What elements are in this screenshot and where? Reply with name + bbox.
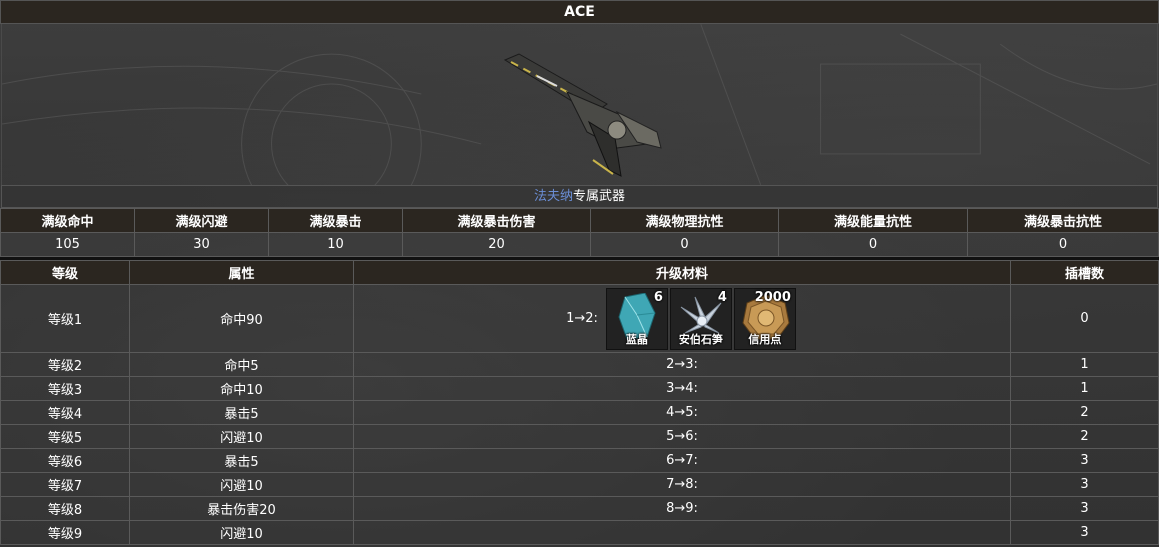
material-count: 2000 xyxy=(754,289,791,305)
materials-cell: 5→6: xyxy=(353,424,1011,449)
attr-cell: 闪避10 xyxy=(129,472,354,497)
table-row: 等级6 暴击5 6→7: 3 xyxy=(0,448,1159,473)
level-column-header: 等级 xyxy=(0,260,130,285)
slots-cell: 0 xyxy=(1010,284,1159,353)
level-table: 等级 属性 升级材料 插槽数 等级1 命中90 1→2: 6 蓝晶 4 安伯石笋… xyxy=(0,260,1159,545)
attr-cell: 命中90 xyxy=(129,284,354,353)
materials-cell: 4→5: xyxy=(353,400,1011,425)
materials-cell: 1→2: 6 蓝晶 4 安伯石笋 2000 信用点 xyxy=(353,284,1011,353)
materials-cell: 2→3: xyxy=(353,352,1011,377)
table-row: 等级1 命中90 1→2: 6 蓝晶 4 安伯石笋 2000 信用点 0 xyxy=(0,284,1159,353)
table-row: 等级8 暴击伤害20 8→9: 3 xyxy=(0,496,1159,521)
stat-value: 0 xyxy=(967,232,1159,257)
stat-value: 0 xyxy=(590,232,779,257)
materials-column-header: 升级材料 xyxy=(353,260,1011,285)
attr-cell: 命中5 xyxy=(129,352,354,377)
weapon-image-area xyxy=(1,24,1158,185)
level-cell: 等级6 xyxy=(0,448,130,473)
materials-cell: 3→4: xyxy=(353,376,1011,401)
materials-cell: 6→7: xyxy=(353,448,1011,473)
stat-header: 满级暴击伤害 xyxy=(402,208,591,233)
material-blue-crystal[interactable]: 6 蓝晶 xyxy=(605,287,668,350)
level-cell: 等级8 xyxy=(0,496,130,521)
attr-cell: 闪避10 xyxy=(129,424,354,449)
weapon-ace-image xyxy=(503,53,662,177)
table-row: 等级9 闪避10 3 xyxy=(0,520,1159,545)
stat-value: 105 xyxy=(0,232,135,257)
weapon-title: ACE xyxy=(0,0,1159,24)
materials-cell xyxy=(353,520,1011,545)
table-row: 等级5 闪避10 5→6: 2 xyxy=(0,424,1159,449)
slots-cell: 3 xyxy=(1010,472,1159,497)
slots-cell: 2 xyxy=(1010,400,1159,425)
stats-header-row: 满级命中 满级闪避 满级暴击 满级暴击伤害 满级物理抗性 满级能量抗性 满级暴击… xyxy=(0,208,1159,233)
slots-cell: 1 xyxy=(1010,352,1159,377)
table-row: 等级2 命中5 2→3: 1 xyxy=(0,352,1159,377)
table-row: 等级4 暴击5 4→5: 2 xyxy=(0,400,1159,425)
material-name: 安伯石笋 xyxy=(678,332,723,346)
exclusive-label: 专属武器 xyxy=(573,189,626,204)
slots-cell: 3 xyxy=(1010,496,1159,521)
table-row: 等级7 闪避10 7→8: 3 xyxy=(0,472,1159,497)
material-name: 信用点 xyxy=(748,332,782,346)
stat-value: 10 xyxy=(268,232,403,257)
material-credit[interactable]: 2000 信用点 xyxy=(733,287,796,350)
materials-cell: 7→8: xyxy=(353,472,1011,497)
level-cell: 等级7 xyxy=(0,472,130,497)
table-row: 等级3 命中10 3→4: 1 xyxy=(0,376,1159,401)
material-stalagmite[interactable]: 4 安伯石笋 xyxy=(669,287,732,350)
materials-cell: 8→9: xyxy=(353,496,1011,521)
slots-cell: 3 xyxy=(1010,520,1159,545)
attr-cell: 闪避10 xyxy=(129,520,354,545)
owner-link[interactable]: 法夫纳 xyxy=(534,189,573,204)
stats-value-row: 105 30 10 20 0 0 0 xyxy=(0,232,1159,257)
stat-value: 20 xyxy=(402,232,591,257)
attr-cell: 命中10 xyxy=(129,376,354,401)
level-cell: 等级1 xyxy=(0,284,130,353)
stat-value: 0 xyxy=(778,232,968,257)
slots-cell: 3 xyxy=(1010,448,1159,473)
level-cell: 等级5 xyxy=(0,424,130,449)
stat-header: 满级暴击抗性 xyxy=(967,208,1159,233)
stat-header: 满级物理抗性 xyxy=(590,208,779,233)
level-cell: 等级9 xyxy=(0,520,130,545)
stat-header: 满级暴击 xyxy=(268,208,403,233)
slots-cell: 1 xyxy=(1010,376,1159,401)
slots-column-header: 插槽数 xyxy=(1010,260,1159,285)
attr-cell: 暴击伤害20 xyxy=(129,496,354,521)
stat-header: 满级闪避 xyxy=(134,208,269,233)
attr-cell: 暴击5 xyxy=(129,448,354,473)
level-cell: 等级3 xyxy=(0,376,130,401)
attr-cell: 暴击5 xyxy=(129,400,354,425)
stat-header: 满级命中 xyxy=(0,208,135,233)
stat-value: 30 xyxy=(134,232,269,257)
level-cell: 等级2 xyxy=(0,352,130,377)
material-name: 蓝晶 xyxy=(625,332,648,346)
level-header-row: 等级 属性 升级材料 插槽数 xyxy=(0,260,1159,285)
slots-cell: 2 xyxy=(1010,424,1159,449)
stat-header: 满级能量抗性 xyxy=(778,208,968,233)
exclusive-weapon-row: 法夫纳专属武器 xyxy=(1,185,1158,208)
max-stats-table: 满级命中 满级闪避 满级暴击 满级暴击伤害 满级物理抗性 满级能量抗性 满级暴击… xyxy=(0,208,1159,257)
upgrade-step: 1→2: xyxy=(566,311,598,326)
material-count: 4 xyxy=(717,289,727,305)
attr-column-header: 属性 xyxy=(129,260,354,285)
weapon-card: ACE 法夫纳专属武器 满级命中 满级闪避 满级暴击 满级暴击伤害 满级物理抗性… xyxy=(0,0,1159,547)
level-cell: 等级4 xyxy=(0,400,130,425)
material-count: 6 xyxy=(653,289,663,305)
